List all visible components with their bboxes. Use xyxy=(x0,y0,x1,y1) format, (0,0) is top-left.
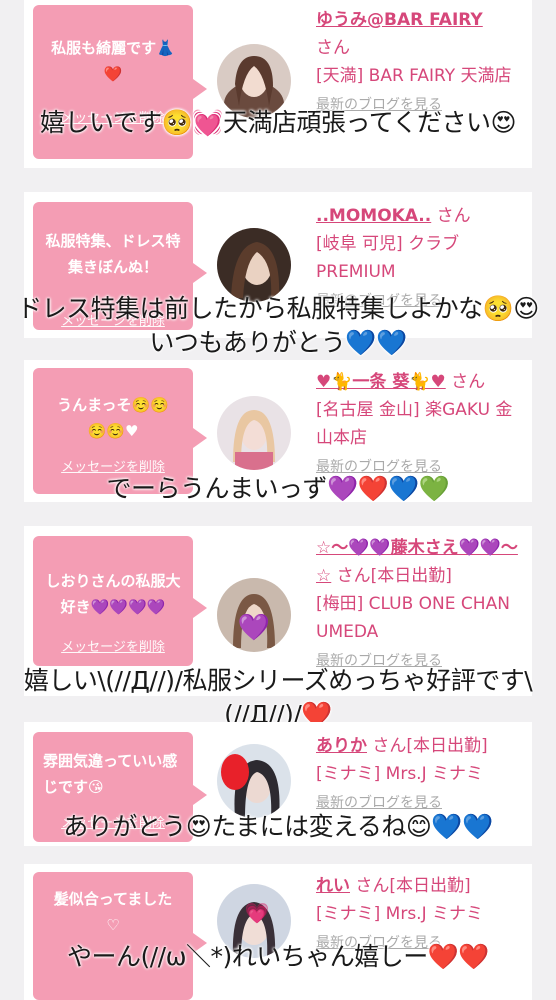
avatar[interactable] xyxy=(217,744,291,818)
sender-info: ☆〜💜💜藤木さえ💜💜〜☆ さん[本日出勤] [梅田] CLUB ONE CHAN… xyxy=(316,534,526,675)
svg-text:💜: 💜 xyxy=(238,613,271,643)
status-badge: [本日出勤] xyxy=(406,736,488,756)
sender-name[interactable]: ♥🐈一条 葵🐈♥ xyxy=(316,372,446,392)
avatar[interactable]: 💜 xyxy=(217,578,291,652)
message-bubble: 髪似合ってました ♡ xyxy=(33,872,207,1000)
reply-caption: でーらうんまいっず💜❤️💙💚 xyxy=(106,474,450,503)
sender-name[interactable]: れい xyxy=(316,876,350,896)
message-text: しおりさんの私服大好き💜💜💜💜 xyxy=(45,572,181,616)
message-text: 私服も綺麗です👗 ❤️ xyxy=(51,39,175,83)
san-suffix: さん xyxy=(336,566,371,586)
san-suffix: さん xyxy=(451,372,486,392)
reply-caption: やーん(//ω＼*)れいちゃん嬉しー❤️❤️ xyxy=(66,942,490,971)
message-card: 髪似合ってました ♡ 💗 れい さん[本日出勤] [ミナミ] Mrs.J ミナミ… xyxy=(24,864,532,1000)
latest-blog-link[interactable]: 最新のブログを見る xyxy=(316,795,442,811)
message-text: うんまっそ☺️☺️ ☺️☺️♥ xyxy=(57,396,169,440)
sender-name[interactable]: ..MOMOKA.. xyxy=(316,206,431,226)
status-badge: [本日出勤] xyxy=(389,876,471,896)
avatar[interactable] xyxy=(217,396,291,470)
shop-name: [岐阜 可児] クラブ PREMIUM xyxy=(316,234,460,282)
reply-caption: 嬉しいです🥺💓天満店頑張ってください😍 xyxy=(39,108,517,137)
message-text: 髪似合ってました ♡ xyxy=(53,890,173,934)
reply-caption: ドレス特集は前したから私服特集しよかな🥺😍いつもありがとう💙💙 xyxy=(17,294,539,357)
message-text: 私服特集、ドレス特集きぼんぬ！ xyxy=(45,232,181,276)
shop-name: [ミナミ] Mrs.J ミナミ xyxy=(316,904,484,924)
san-suffix: さん xyxy=(316,38,350,58)
reply-caption: ありがとう😍たまには変えるね😊💙💙 xyxy=(63,812,493,841)
shop-name: [梅田] CLUB ONE CHAN UMEDA xyxy=(316,594,510,642)
san-suffix: さん xyxy=(436,206,471,226)
sender-name[interactable]: ゆうみ@BAR FAIRY xyxy=(316,10,483,30)
message-bubble: しおりさんの私服大好き💜💜💜💜 メッセージを削除 xyxy=(33,536,207,666)
sender-info: ♥🐈一条 葵🐈♥ さん [名古屋 金山] 楽GAKU 金山本店 最新のブログを見… xyxy=(316,368,526,481)
delete-message-link[interactable]: メッセージを削除 xyxy=(33,636,193,655)
message-card: 私服も綺麗です👗 ❤️ メッセージを削除 ゆうみ@BAR FAIRY さん [天… xyxy=(24,0,532,168)
san-suffix: さん xyxy=(355,876,390,896)
status-badge: [本日出勤] xyxy=(370,566,452,586)
sender-info: ゆうみ@BAR FAIRY さん [天満] BAR FAIRY 天満店 最新のブ… xyxy=(316,6,526,119)
sender-info: ありか さん[本日出勤] [ミナミ] Mrs.J ミナミ 最新のブログを見る xyxy=(316,732,526,817)
shop-name: [天満] BAR FAIRY 天満店 xyxy=(316,66,512,86)
avatar[interactable] xyxy=(217,228,291,302)
shop-name: [ミナミ] Mrs.J ミナミ xyxy=(316,764,484,784)
svg-text:💗: 💗 xyxy=(245,901,270,925)
message-text: 雰囲気違っていい感じです😘 xyxy=(43,752,178,796)
sender-name[interactable]: ありか xyxy=(316,736,367,756)
san-suffix: さん xyxy=(372,736,407,756)
shop-name: [名古屋 金山] 楽GAKU 金山本店 xyxy=(316,400,513,448)
